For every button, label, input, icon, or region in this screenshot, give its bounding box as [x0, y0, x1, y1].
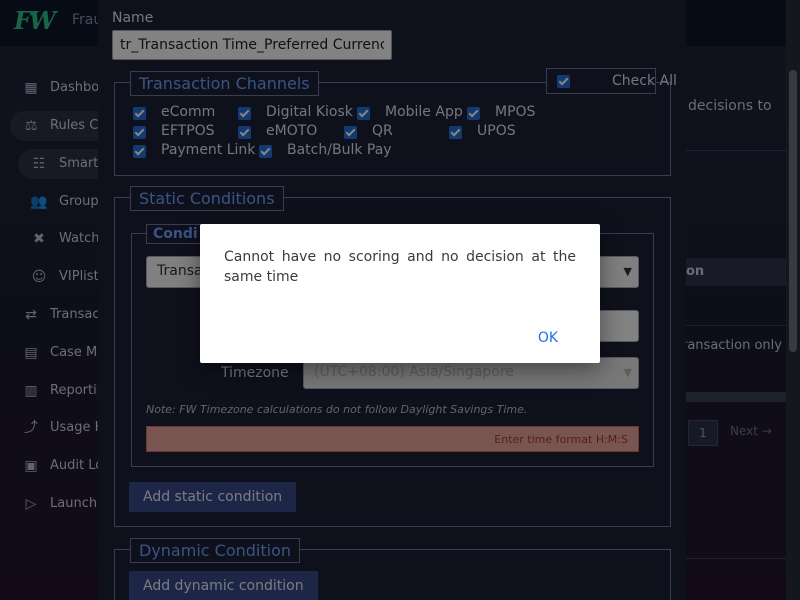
dialog-message: Cannot have no scoring and no decision a…	[224, 249, 576, 285]
alert-dialog: Cannot have no scoring and no decision a…	[200, 224, 600, 363]
ok-button[interactable]: OK	[522, 326, 574, 350]
